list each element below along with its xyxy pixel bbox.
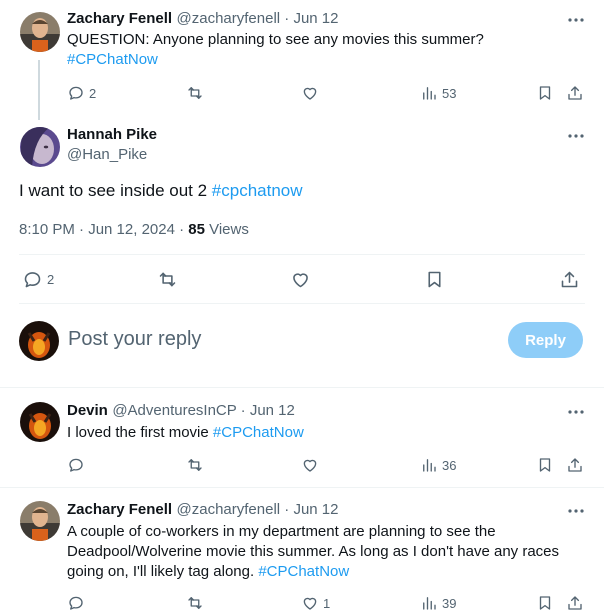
divider xyxy=(19,254,585,255)
views-count: 85 xyxy=(188,221,205,238)
tweet-text-line: I want to see inside out 2 xyxy=(19,181,208,200)
avatar-current-user[interactable] xyxy=(19,321,59,361)
retweet-icon xyxy=(159,272,176,287)
tweet-text-line: I loved the first movie xyxy=(67,424,209,441)
views-label: Views xyxy=(204,221,249,238)
reply-action[interactable] xyxy=(67,456,85,474)
reply-action[interactable]: 2 xyxy=(67,84,96,102)
bookmark-icon xyxy=(428,271,441,288)
hashtag-link[interactable]: #CPChatNow xyxy=(213,424,304,441)
share-action[interactable] xyxy=(566,84,584,102)
retweet-icon xyxy=(188,87,202,99)
views-action[interactable]: 53 xyxy=(420,84,456,102)
tweet-header: Zachary Fenell @zacharyfenell · Jun 12 xyxy=(67,501,338,519)
tweet-text-line: going on, I'll likely tag along. xyxy=(67,563,255,580)
reply-action[interactable]: 2 xyxy=(22,269,54,290)
reply-input[interactable]: Post your reply xyxy=(68,328,201,351)
more-icon[interactable] xyxy=(566,402,586,422)
divider xyxy=(0,387,604,388)
author-name[interactable]: Hannah Pike xyxy=(67,126,157,143)
avatar-zachary[interactable] xyxy=(20,12,60,52)
bookmark-icon xyxy=(539,86,551,100)
main-tweet-text: I want to see inside out 2 #cpchatnow xyxy=(19,180,303,202)
retweet-icon xyxy=(188,597,202,609)
views-icon xyxy=(423,87,436,100)
share-action[interactable] xyxy=(566,456,584,474)
like-action[interactable]: 1 xyxy=(301,594,330,612)
retweet-icon xyxy=(188,459,202,471)
bookmark-action[interactable] xyxy=(536,84,554,102)
share-action[interactable] xyxy=(566,594,584,612)
views-icon xyxy=(423,597,436,610)
thread-line xyxy=(38,60,40,120)
tweet-text-line: Deadpool/Wolverine movie this summer. As… xyxy=(67,543,560,560)
tweet-text-line: QUESTION: Anyone planning to see any mov… xyxy=(67,31,484,48)
bookmark-action[interactable] xyxy=(536,456,554,474)
main-tweet-header: Hannah Pike @Han_Pike xyxy=(67,126,157,163)
avatar-hannah[interactable] xyxy=(20,127,60,167)
more-icon[interactable] xyxy=(566,501,586,521)
retweet-action[interactable] xyxy=(186,594,204,612)
like-icon xyxy=(303,87,317,100)
share-icon xyxy=(568,458,582,472)
author-name[interactable]: Zachary Fenell xyxy=(67,501,172,518)
like-action[interactable] xyxy=(301,84,319,102)
author-handle-date[interactable]: @AdventuresInCP · Jun 12 xyxy=(112,402,295,419)
more-icon[interactable] xyxy=(566,126,586,146)
share-icon xyxy=(568,596,582,610)
views-count: 36 xyxy=(442,457,457,473)
like-action[interactable] xyxy=(290,269,311,290)
reply-count: 2 xyxy=(89,85,97,101)
like-icon xyxy=(303,459,317,472)
views-count: 53 xyxy=(442,85,457,101)
author-name[interactable]: Zachary Fenell xyxy=(67,10,172,27)
reply-count: 2 xyxy=(47,272,55,287)
bookmark-action[interactable] xyxy=(424,269,445,290)
tweet-text: I loved the first movie #CPChatNow xyxy=(67,423,304,443)
hashtag-link[interactable]: #CPChatNow xyxy=(258,563,349,580)
reply-action[interactable] xyxy=(67,594,85,612)
views-action[interactable]: 39 xyxy=(420,594,456,612)
author-handle-date[interactable]: @zacharyfenell · Jun 12 xyxy=(177,10,339,27)
tweet-text-line: A couple of co-workers in my department … xyxy=(67,523,496,540)
share-icon xyxy=(568,86,582,100)
tweet-header: Zachary Fenell @zacharyfenell · Jun 12 xyxy=(67,10,338,28)
author-handle[interactable]: @Han_Pike xyxy=(67,146,157,163)
tweet-meta: 8:10 PM · Jun 12, 2024 · 85 Views xyxy=(19,221,249,238)
reply-icon xyxy=(69,86,83,100)
bookmark-icon xyxy=(539,458,551,472)
like-action[interactable] xyxy=(301,456,319,474)
share-action[interactable] xyxy=(559,269,580,290)
share-icon xyxy=(561,271,578,288)
avatar-devin[interactable] xyxy=(20,402,60,442)
tweet-text: QUESTION: Anyone planning to see any mov… xyxy=(67,30,587,70)
divider xyxy=(19,303,585,304)
retweet-action[interactable] xyxy=(186,84,204,102)
bookmark-icon xyxy=(539,596,551,610)
more-icon[interactable] xyxy=(566,10,586,30)
author-name[interactable]: Devin xyxy=(67,402,108,419)
views-count: 39 xyxy=(442,595,457,611)
retweet-action[interactable] xyxy=(186,456,204,474)
bookmark-action[interactable] xyxy=(536,594,554,612)
like-icon xyxy=(293,273,308,288)
reply-icon xyxy=(69,458,83,472)
retweet-action[interactable] xyxy=(157,269,178,290)
reply-button[interactable]: Reply xyxy=(508,322,583,358)
reply-icon xyxy=(69,596,83,610)
views-icon xyxy=(423,459,436,472)
like-count: 1 xyxy=(323,595,331,611)
timestamp[interactable]: 8:10 PM · Jun 12, 2024 · xyxy=(19,221,188,238)
author-handle-date[interactable]: @zacharyfenell · Jun 12 xyxy=(177,501,339,518)
tweet-header: Devin @AdventuresInCP · Jun 12 xyxy=(67,402,295,420)
like-icon xyxy=(303,597,317,610)
avatar-zachary[interactable] xyxy=(20,501,60,541)
views-action[interactable]: 36 xyxy=(420,456,456,474)
reply-icon xyxy=(24,272,41,288)
tweet-text: A couple of co-workers in my department … xyxy=(67,522,597,582)
hashtag-link[interactable]: #cpchatnow xyxy=(212,181,303,200)
hashtag-link[interactable]: #CPChatNow xyxy=(67,50,587,70)
divider xyxy=(0,487,604,488)
